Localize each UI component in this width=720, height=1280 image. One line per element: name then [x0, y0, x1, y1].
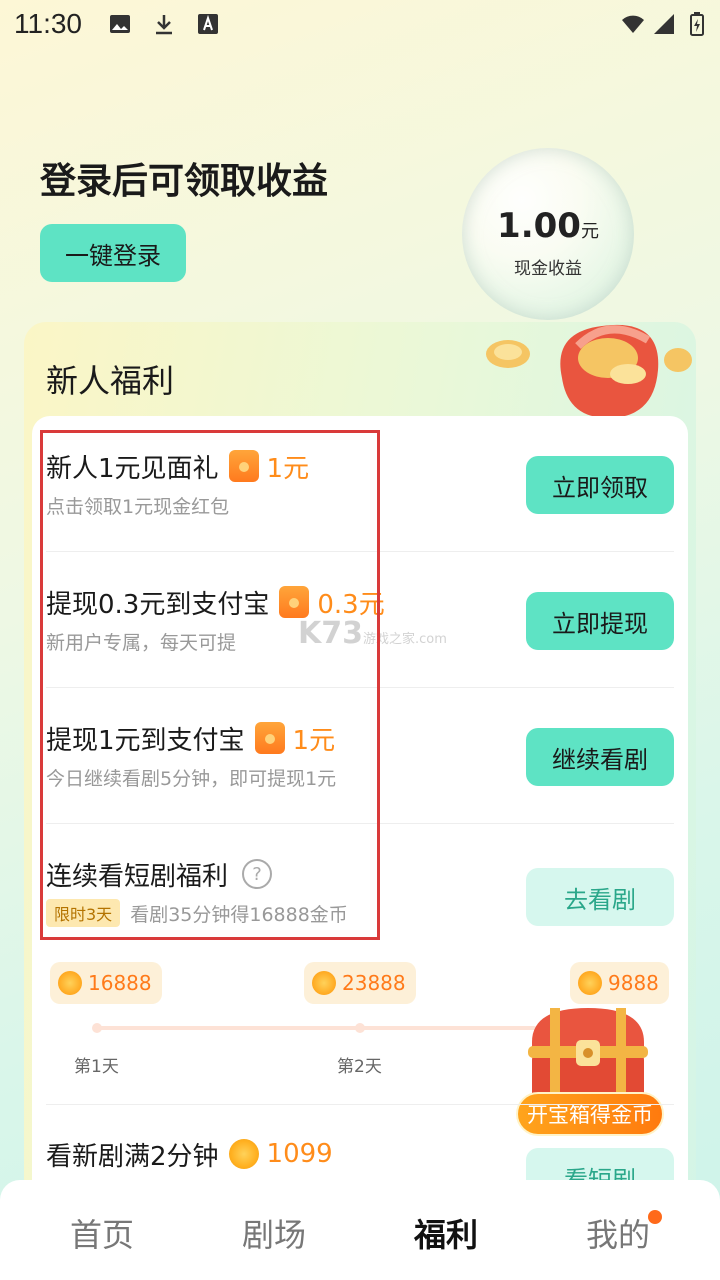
status-time: 11:30 — [14, 8, 82, 39]
tab-theater[interactable]: 剧场 — [214, 1210, 334, 1256]
day-label: 第2天 — [337, 1057, 382, 1077]
task-title: 看新剧满2分钟 — [46, 1141, 219, 1172]
day2-coin-chip: 23888 — [304, 962, 416, 1004]
font-icon — [198, 14, 218, 34]
lucky-bag-icon — [486, 324, 692, 418]
claim-now-button[interactable]: 立即领取 — [526, 456, 674, 514]
coin-icon — [312, 971, 336, 995]
open-chest-button[interactable]: 开宝箱得金币 — [516, 1092, 664, 1136]
day3-coin-chip: 9888 — [570, 962, 669, 1004]
progress-dot — [355, 1023, 365, 1033]
withdraw-now-button[interactable]: 立即提现 — [526, 592, 674, 650]
continue-watching-button[interactable]: 继续看剧 — [526, 728, 674, 786]
coin-icon — [228, 1139, 259, 1169]
welfare-title: 新人福利 — [46, 362, 175, 400]
status-bar: 11:30 — [0, 0, 720, 50]
tab-home[interactable]: 首页 — [42, 1210, 162, 1256]
go-watch-button[interactable]: 去看剧 — [526, 868, 674, 926]
cash-amount: 1.00元 — [497, 206, 599, 246]
download-icon — [156, 15, 172, 35]
tab-welfare[interactable]: 福利 — [386, 1210, 506, 1256]
cash-label: 现金收益 — [514, 259, 582, 279]
signal-icon — [654, 14, 674, 34]
highlight-box — [40, 430, 380, 940]
notification-dot — [648, 1210, 662, 1224]
one-click-login-button[interactable]: 一键登录 — [40, 224, 186, 282]
task-reward: 1099 — [266, 1139, 333, 1169]
coin-icon — [58, 971, 82, 995]
battery-icon — [690, 12, 704, 36]
day-label: 第1天 — [74, 1057, 119, 1077]
day1-coin-chip: 16888 — [50, 962, 162, 1004]
coin-icon — [578, 971, 602, 995]
progress-dot — [92, 1023, 102, 1033]
image-icon — [110, 15, 130, 33]
wifi-icon — [622, 15, 644, 33]
divider — [46, 1104, 674, 1105]
streak-progress-track — [96, 1026, 536, 1030]
cash-earnings-bubble[interactable]: 1.00元 现金收益 — [462, 148, 634, 320]
page-title: 登录后可领取收益 — [40, 161, 329, 202]
